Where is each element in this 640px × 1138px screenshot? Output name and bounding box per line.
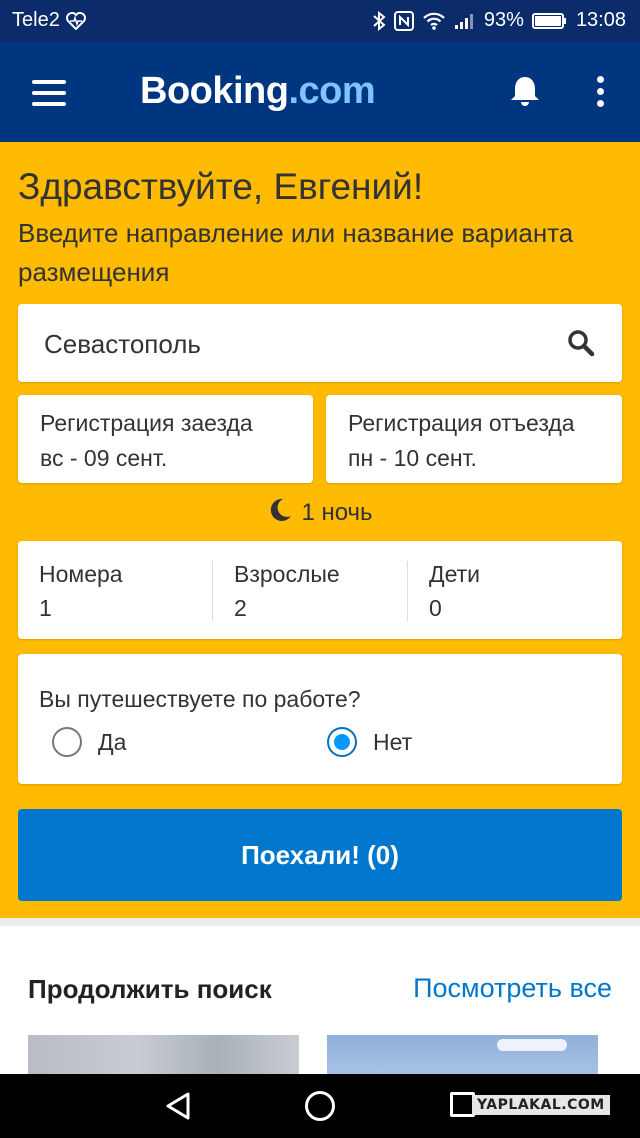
adults-selector[interactable]: Взрослые 2 bbox=[213, 541, 408, 639]
destination-search-input[interactable]: Севастополь bbox=[18, 304, 622, 382]
business-trip-question: Вы путешествуете по работе? bbox=[39, 686, 361, 712]
checkout-value: пн - 10 сент. bbox=[348, 445, 477, 471]
hamburger-menu-icon[interactable] bbox=[32, 80, 66, 106]
status-bar: Tele2 93% 13:08 bbox=[0, 0, 640, 42]
more-options-icon[interactable] bbox=[594, 76, 608, 108]
wifi-icon bbox=[422, 12, 446, 30]
home-icon[interactable] bbox=[305, 1091, 335, 1121]
logo-suffix: .com bbox=[288, 70, 376, 112]
adults-value: 2 bbox=[234, 595, 247, 621]
bell-icon[interactable] bbox=[508, 74, 542, 113]
greeting-subtitle: Введите направление или название вариант… bbox=[18, 218, 574, 287]
business-trip-yes-label: Да bbox=[98, 728, 127, 755]
section-separator bbox=[0, 918, 640, 926]
guests-selector: Номера 1 Взрослые 2 Дети 0 bbox=[18, 541, 622, 639]
checkin-label: Регистрация заезда bbox=[40, 410, 253, 436]
search-panel: Здравствуйте, Евгений! Введите направлен… bbox=[0, 142, 640, 918]
search-submit-button[interactable]: Поехали! (0) bbox=[18, 809, 622, 901]
app-bar: Booking.com bbox=[0, 42, 640, 142]
checkin-value: вс - 09 сент. bbox=[40, 445, 168, 471]
booking-logo: Booking.com bbox=[140, 70, 376, 113]
children-selector[interactable]: Дети 0 bbox=[408, 541, 603, 639]
signal-icon bbox=[454, 12, 476, 30]
business-trip-card: Вы путешествуете по работе? Да Нет bbox=[18, 654, 622, 784]
checkout-label: Регистрация отъезда bbox=[348, 410, 575, 436]
battery-icon bbox=[531, 12, 568, 30]
children-label: Дети bbox=[429, 561, 480, 587]
search-icon[interactable] bbox=[566, 328, 596, 363]
carrier-name: Tele2 bbox=[12, 9, 60, 31]
cloud-image bbox=[497, 1039, 567, 1051]
logo-main: Booking bbox=[140, 70, 289, 112]
see-all-link[interactable]: Посмотреть все bbox=[413, 973, 612, 1004]
destination-value: Севастополь bbox=[44, 329, 201, 359]
adults-label: Взрослые bbox=[234, 561, 340, 587]
moon-icon bbox=[267, 497, 293, 530]
continue-search-title: Продолжить поиск bbox=[28, 974, 272, 1004]
rooms-label: Номера bbox=[39, 561, 123, 587]
clock: 13:08 bbox=[575, 9, 626, 31]
recent-search-thumbnail[interactable] bbox=[28, 1035, 299, 1075]
business-trip-no-radio[interactable]: Нет bbox=[327, 727, 412, 757]
nights-label: 1 ночь bbox=[301, 499, 373, 526]
back-icon[interactable] bbox=[164, 1091, 192, 1126]
business-trip-no-label: Нет bbox=[373, 728, 413, 755]
health-heart-icon bbox=[65, 11, 86, 30]
children-value: 0 bbox=[429, 595, 442, 621]
radio-unchecked-icon bbox=[52, 727, 82, 757]
nfc-icon bbox=[393, 10, 414, 31]
rooms-value: 1 bbox=[39, 595, 52, 621]
radio-checked-icon bbox=[327, 727, 357, 757]
greeting-title: Здравствуйте, Евгений! bbox=[18, 166, 424, 207]
watermark: YAPLAKAL.COM bbox=[472, 1095, 610, 1115]
battery-percent: 93% bbox=[483, 9, 524, 31]
bluetooth-icon bbox=[372, 10, 386, 31]
business-trip-yes-radio[interactable]: Да bbox=[52, 727, 126, 757]
checkin-date-button[interactable]: Регистрация заезда вс - 09 сент. bbox=[18, 395, 313, 483]
checkout-date-button[interactable]: Регистрация отъезда пн - 10 сент. bbox=[326, 395, 622, 483]
recent-search-thumbnail[interactable] bbox=[327, 1035, 598, 1075]
rooms-selector[interactable]: Номера 1 bbox=[18, 541, 213, 639]
nights-count: 1 ночь bbox=[0, 497, 640, 530]
